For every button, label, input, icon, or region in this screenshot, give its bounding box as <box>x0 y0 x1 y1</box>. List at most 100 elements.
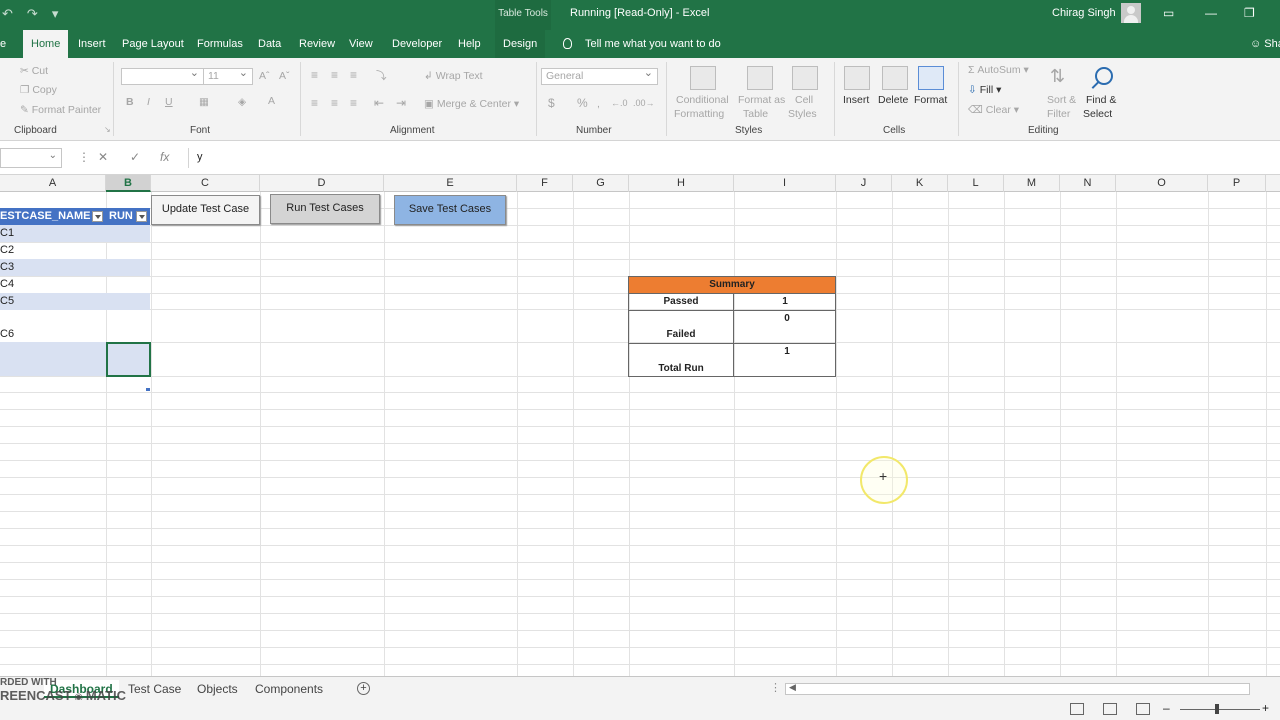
share-button[interactable]: ☺ Sha <box>1250 30 1280 58</box>
insert-cells-icon[interactable] <box>844 66 870 90</box>
currency-button[interactable]: $ <box>548 96 555 110</box>
delete-cells-button[interactable]: Delete <box>878 94 908 106</box>
format-painter-button[interactable]: ✎ Format Painter <box>20 104 101 116</box>
borders-icon[interactable]: ▦ <box>199 96 209 108</box>
horizontal-scrollbar[interactable]: ◀ <box>785 682 1250 695</box>
align-center-icon[interactable]: ≡ <box>331 96 338 110</box>
find-select-icon[interactable] <box>1095 67 1113 85</box>
delete-cells-icon[interactable] <box>882 66 908 90</box>
copy-button[interactable]: ❐ Copy <box>20 84 57 96</box>
underline-button[interactable]: U <box>165 96 173 108</box>
insert-function-icon[interactable]: fx <box>160 150 169 164</box>
table-row[interactable]: C3 <box>0 259 150 276</box>
scroll-split-icon[interactable]: ⋮ <box>770 681 781 694</box>
table-row[interactable]: C2 <box>0 242 150 259</box>
scroll-left-icon[interactable]: ◀ <box>789 682 796 693</box>
column-header[interactable]: I <box>734 175 836 192</box>
wrap-text-button[interactable]: ↲ Wrap Text <box>424 70 483 82</box>
table-row[interactable]: C4 <box>0 276 150 293</box>
format-as-table-label-2[interactable]: Table <box>743 108 768 120</box>
merge-center-button[interactable]: ▣ Merge & Center ▾ <box>424 98 519 110</box>
column-header[interactable]: B <box>106 175 151 192</box>
font-size-combo[interactable]: 11 <box>203 66 253 85</box>
tab-developer[interactable]: Developer <box>392 30 442 58</box>
save-test-cases-button[interactable]: Save Test Cases <box>394 195 506 225</box>
sheet-tab-objects[interactable]: Objects <box>191 680 244 698</box>
conditional-formatting-icon[interactable] <box>690 66 716 90</box>
customize-qat-icon[interactable]: ▾ <box>52 6 59 22</box>
table-row[interactable]: C5 <box>0 293 150 310</box>
italic-button[interactable]: I <box>147 96 150 108</box>
insert-cells-button[interactable]: Insert <box>843 94 869 106</box>
selected-cell[interactable] <box>106 342 151 377</box>
zoom-in-icon[interactable]: + <box>1262 701 1269 715</box>
tab-insert[interactable]: Insert <box>78 30 106 58</box>
page-layout-view-icon[interactable] <box>1103 703 1117 715</box>
zoom-slider[interactable] <box>1180 709 1260 710</box>
cell-styles-label[interactable]: Cell <box>795 94 813 106</box>
font-name-combo[interactable] <box>121 66 204 85</box>
column-header[interactable]: F <box>517 175 573 192</box>
tab-data[interactable]: Data <box>258 30 281 58</box>
page-break-view-icon[interactable] <box>1136 703 1150 715</box>
cell-styles-icon[interactable] <box>792 66 818 90</box>
column-header[interactable]: P <box>1208 175 1266 192</box>
increase-indent-icon[interactable]: ⇥ <box>396 96 406 110</box>
format-as-table-label[interactable]: Format as <box>738 94 785 106</box>
column-header[interactable]: K <box>892 175 948 192</box>
fill-color-icon[interactable]: ◈ <box>238 96 246 108</box>
tab-design[interactable]: Design <box>495 30 546 58</box>
enter-icon[interactable]: ✓ <box>130 150 140 164</box>
filter-dropdown-icon[interactable] <box>136 211 147 222</box>
restore-icon[interactable]: ❐ <box>1244 6 1255 20</box>
column-header[interactable]: J <box>836 175 892 192</box>
tab-review[interactable]: Review <box>299 30 335 58</box>
add-sheet-icon[interactable]: + <box>357 682 370 695</box>
column-header[interactable]: C <box>151 175 260 192</box>
sheet-tab-test-case[interactable]: Test Case <box>122 680 187 698</box>
tab-file-partial[interactable]: e <box>0 30 6 58</box>
minimize-icon[interactable]: — <box>1205 6 1217 20</box>
font-color-icon[interactable]: A <box>268 95 275 107</box>
autosum-button[interactable]: Σ AutoSum ▾ <box>968 64 1029 76</box>
table-resize-handle[interactable] <box>146 388 150 391</box>
conditional-formatting-label-2[interactable]: Formatting <box>674 108 724 120</box>
orientation-icon[interactable]: ⤵ <box>376 68 387 83</box>
format-as-table-icon[interactable] <box>747 66 773 90</box>
align-right-icon[interactable]: ≡ <box>350 96 357 110</box>
cell-styles-label-2[interactable]: Styles <box>788 108 817 120</box>
tab-home[interactable]: Home <box>23 30 69 58</box>
undo-icon[interactable]: ↶ <box>2 6 13 22</box>
name-box[interactable]: ⌄ <box>0 148 62 168</box>
column-header[interactable]: L <box>948 175 1004 192</box>
increase-decimal-icon[interactable]: ←.0 <box>611 98 628 108</box>
ribbon-display-options-icon[interactable]: ▭ <box>1163 6 1174 20</box>
column-header[interactable]: O <box>1116 175 1208 192</box>
tab-view[interactable]: View <box>349 30 373 58</box>
percent-button[interactable]: % <box>577 96 588 110</box>
decrease-indent-icon[interactable]: ⇤ <box>374 96 384 110</box>
bottom-align-icon[interactable]: ≡ <box>350 68 357 82</box>
formula-input[interactable]: y <box>188 148 1280 168</box>
tab-formulas[interactable]: Formulas <box>197 30 243 58</box>
find-select-label[interactable]: Find & <box>1086 94 1116 106</box>
table-row[interactable]: C1 <box>0 225 150 242</box>
column-header[interactable]: E <box>384 175 517 192</box>
tab-help[interactable]: Help <box>458 30 481 58</box>
number-format-combo[interactable]: General <box>541 66 658 85</box>
conditional-formatting-label[interactable]: Conditional <box>676 94 729 106</box>
format-cells-icon[interactable] <box>918 66 944 90</box>
tab-page-layout[interactable]: Page Layout <box>122 30 184 58</box>
update-test-case-button[interactable]: Update Test Case <box>151 195 260 225</box>
column-header[interactable]: D <box>260 175 384 192</box>
tell-me-search[interactable]: Tell me what you want to do <box>585 30 721 58</box>
bold-button[interactable]: B <box>126 96 134 108</box>
column-header[interactable]: G <box>573 175 629 192</box>
grow-font-icon[interactable]: Aˆ <box>259 70 270 82</box>
fill-button[interactable]: ⇩ Fill ▾ <box>968 84 1001 96</box>
clipboard-launcher-icon[interactable]: ↘ <box>104 125 111 134</box>
zoom-slider-thumb[interactable] <box>1215 704 1219 714</box>
column-header[interactable]: N <box>1060 175 1116 192</box>
cancel-icon[interactable]: ✕ <box>98 150 108 164</box>
shrink-font-icon[interactable]: Aˇ <box>279 70 290 82</box>
